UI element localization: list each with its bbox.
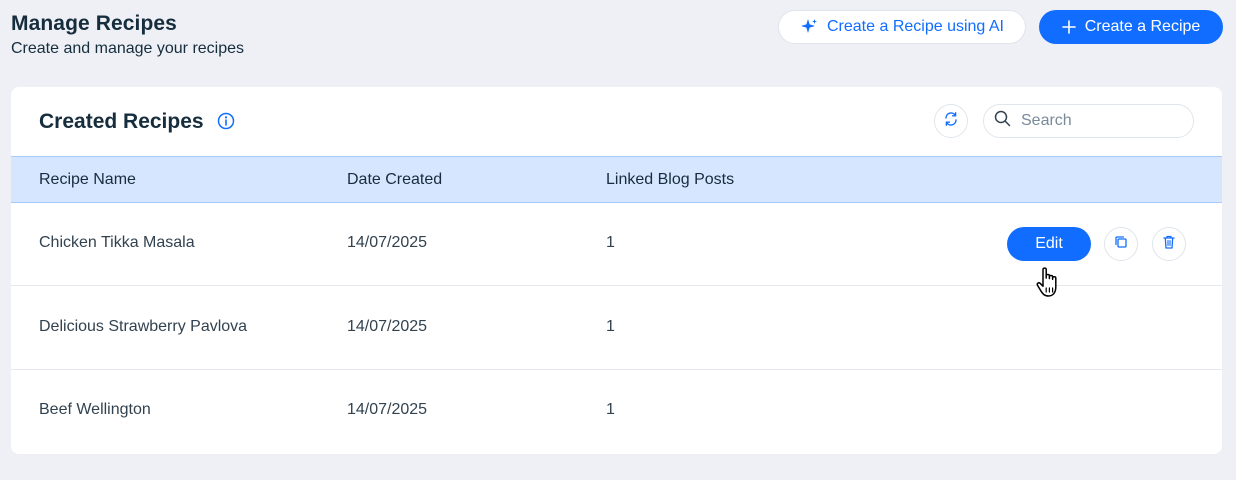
column-header-recipe-name: Recipe Name [39,171,136,188]
date-created-cell: 14/07/2025 [347,234,428,251]
search-icon [994,110,1011,132]
trash-icon [1161,234,1177,255]
recipes-card: Created Recipes Recipe Name Da [11,87,1222,454]
column-header-linked-blog-posts: Linked Blog Posts [606,171,735,188]
search-box[interactable] [983,104,1194,138]
info-icon[interactable] [217,112,235,130]
create-recipe-ai-label: Create a Recipe using AI [827,18,1004,35]
create-recipe-button[interactable]: Create a Recipe [1039,10,1223,44]
linked-posts-cell: 1 [606,318,615,335]
sparkle-icon [800,18,818,36]
date-created-cell: 14/07/2025 [347,318,428,335]
duplicate-button[interactable] [1104,227,1138,261]
plus-icon [1061,20,1076,34]
linked-posts-cell: 1 [606,401,615,418]
search-input[interactable] [1019,111,1183,131]
page-header: Manage Recipes Create and manage your re… [11,10,1225,66]
page-subtitle: Create and manage your recipes [11,40,245,57]
delete-button[interactable] [1152,227,1186,261]
table-header: Recipe Name Date Created Linked Blog Pos… [11,156,1222,203]
column-header-date-created: Date Created [347,171,443,188]
refresh-button[interactable] [934,104,968,138]
refresh-icon [943,111,959,132]
recipe-name-cell: Beef Wellington [39,401,151,418]
table-row[interactable]: Delicious Strawberry Pavlova 14/07/2025 … [11,287,1222,370]
linked-posts-cell: 1 [606,234,615,251]
recipe-name-cell: Chicken Tikka Masala [39,234,195,251]
recipe-name-cell: Delicious Strawberry Pavlova [39,318,248,335]
page-title: Manage Recipes [11,12,177,35]
table-row[interactable]: Chicken Tikka Masala 14/07/2025 1 Edit [11,203,1222,286]
edit-button[interactable]: Edit [1007,227,1091,261]
duplicate-icon [1113,234,1129,255]
card-title: Created Recipes [39,110,204,133]
table-row[interactable]: Beef Wellington 14/07/2025 1 [11,370,1222,453]
create-recipe-ai-button[interactable]: Create a Recipe using AI [778,10,1026,44]
create-recipe-label: Create a Recipe [1084,18,1201,35]
date-created-cell: 14/07/2025 [347,401,428,418]
